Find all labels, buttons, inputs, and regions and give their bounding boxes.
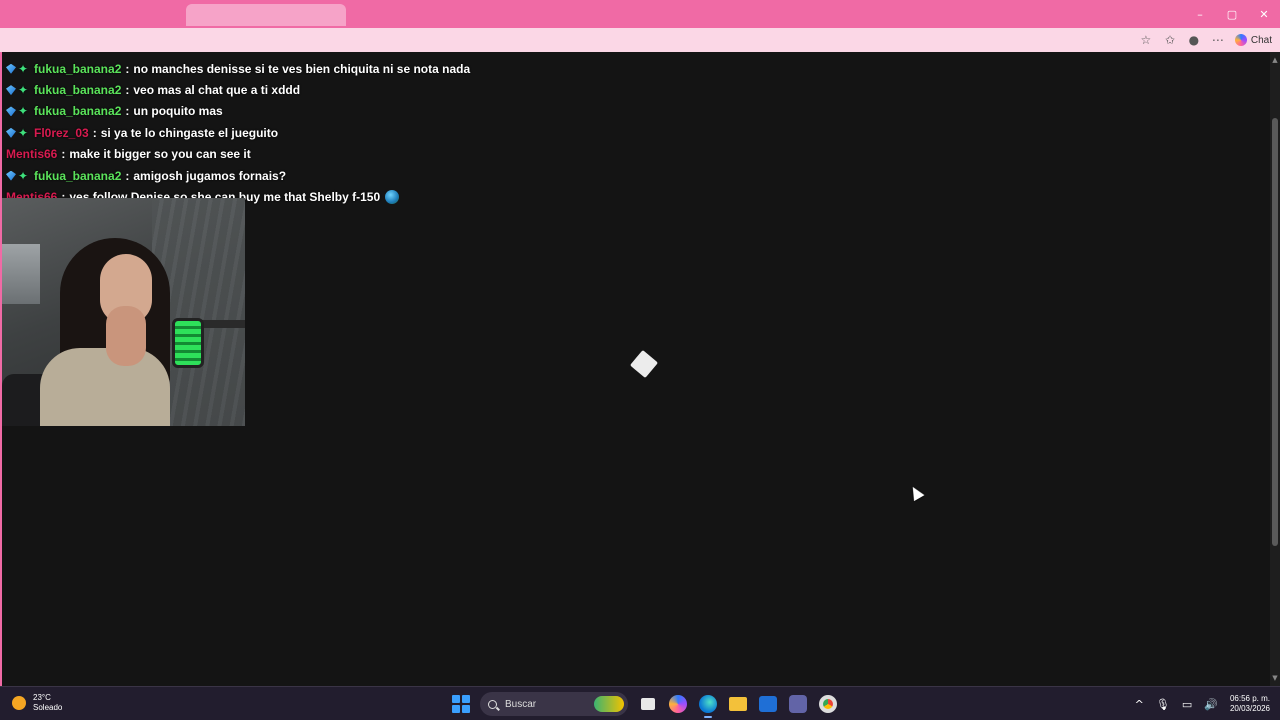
volume-icon[interactable]: 🔊 — [1204, 698, 1218, 711]
more-icon[interactable]: ⋯ — [1211, 33, 1225, 47]
chevron-up-icon[interactable]: ^ — [1135, 698, 1144, 711]
close-button[interactable]: ✕ — [1248, 0, 1280, 28]
edge-icon[interactable] — [698, 694, 718, 718]
taskbar-apps: Buscar — [452, 691, 838, 718]
search-highlight-icon — [594, 696, 624, 712]
address-bar[interactable] — [0, 28, 1280, 52]
teams-icon[interactable] — [788, 694, 808, 714]
scroll-up-icon[interactable]: ▲ — [1271, 56, 1279, 64]
star-badge-icon: ✦ — [18, 83, 29, 98]
chat-username[interactable]: fukua_banana2 — [34, 169, 121, 183]
weather-condition: Soleado — [33, 703, 63, 712]
clock[interactable]: 06:56 p. m. 20/03/2026 — [1230, 694, 1270, 714]
chat-message: ✦ fukua_banana2: no manches denisse si te … — [6, 58, 470, 79]
windows-start-icon[interactable] — [452, 695, 470, 713]
microphone — [172, 318, 204, 368]
favorites-icon[interactable]: ✩ — [1163, 33, 1177, 47]
loading-indicator — [629, 349, 659, 379]
copilot-icon[interactable] — [668, 694, 688, 714]
gem-badge-icon — [6, 63, 16, 74]
chat-username[interactable]: fukua_banana2 — [34, 104, 121, 118]
chat-message: Mentis66: make it bigger so you can see i… — [6, 144, 446, 165]
chat-separator: : — [92, 125, 97, 140]
search-placeholder: Buscar — [505, 698, 537, 710]
chat-text: si ya te lo chingaste el jueguito — [100, 125, 279, 140]
chat-separator: : — [125, 61, 130, 76]
weather-widget[interactable]: 23°C Soleado — [12, 693, 62, 713]
star-badge-icon: ✦ — [18, 61, 29, 76]
browser-title-bar: – ▢ ✕ — [0, 0, 1280, 28]
mail-icon[interactable] — [758, 694, 778, 714]
browser-tab[interactable] — [186, 4, 346, 26]
chat-message: ✦ Fl0rez_03: si ya te lo chingaste el jueg… — [6, 122, 446, 143]
chat-separator: : — [61, 147, 66, 162]
maximize-button[interactable]: ▢ — [1216, 0, 1248, 28]
weather-temp: 23°C — [33, 693, 51, 702]
gem-badge-icon — [6, 127, 16, 138]
star-badge-icon: ✦ — [18, 104, 29, 119]
chat-username[interactable]: fukua_banana2 — [34, 62, 121, 76]
browser-toolbar: ☆ ✩ ● ⋯ Chat — [1139, 28, 1272, 52]
star-badge-icon: ✦ — [18, 125, 29, 140]
chat-message: ✦ fukua_banana2: amigosh jugamos fornais? — [6, 165, 446, 186]
search-icon — [488, 699, 497, 709]
chrome-icon[interactable] — [818, 694, 838, 714]
microphone-icon[interactable]: 🎙 — [1156, 698, 1170, 711]
star-badge-icon: ✦ — [18, 168, 29, 183]
chat-separator: : — [125, 83, 130, 98]
chat-username[interactable]: Fl0rez_03 — [34, 126, 89, 140]
chat-text: un poquito mas — [133, 104, 223, 119]
chat-badges: ✦ — [6, 127, 30, 139]
sun-icon — [12, 696, 26, 710]
taskbar: 23°C Soleado Buscar ^ 🎙 ▭ 🔊 06:56 p. m. … — [0, 686, 1280, 720]
star-icon[interactable]: ☆ — [1139, 33, 1153, 47]
gem-badge-icon — [6, 170, 16, 181]
clock-time: 06:56 p. m. — [1229, 694, 1270, 703]
task-view-icon[interactable] — [638, 694, 658, 714]
chat-button[interactable]: Chat — [1234, 34, 1272, 46]
webcam-feed — [2, 198, 245, 426]
chat-separator: : — [125, 104, 130, 119]
minimize-button[interactable]: – — [1184, 0, 1216, 28]
scroll-thumb[interactable] — [1272, 118, 1278, 546]
chat-badges: ✦ — [6, 105, 30, 117]
chat-separator: : — [125, 168, 130, 183]
chat-message: ✦ fukua_banana2: un poquito mas — [6, 101, 446, 122]
chat-text: amigosh jugamos fornais? — [133, 168, 287, 183]
chat-badges: ✦ — [6, 84, 30, 96]
display-icon[interactable]: ▭ — [1182, 698, 1192, 711]
gem-badge-icon — [6, 106, 16, 117]
scroll-down-icon[interactable]: ▼ — [1271, 674, 1279, 682]
chat-badges: ✦ — [6, 170, 30, 182]
system-tray: ^ 🎙 ▭ 🔊 06:56 p. m. 20/03/2026 — [1135, 691, 1270, 717]
profile-icon[interactable]: ● — [1187, 33, 1201, 47]
chat-button-label: Chat — [1250, 34, 1272, 46]
scrollbar[interactable]: ▲ ▼ — [1270, 52, 1280, 686]
taskbar-search[interactable]: Buscar — [480, 692, 628, 716]
chat-badges: ✦ — [6, 63, 30, 75]
chat-username[interactable]: Mentis66 — [6, 147, 57, 161]
mouse-cursor — [907, 483, 925, 502]
file-explorer-icon[interactable] — [728, 694, 748, 714]
chat-text: make it bigger so you can see it — [69, 147, 251, 162]
chat-username[interactable]: fukua_banana2 — [34, 83, 121, 97]
copilot-icon — [1234, 34, 1247, 46]
clock-date: 20/03/2026 — [1229, 704, 1270, 713]
globe-emote — [385, 190, 400, 205]
chat-message: ✦ fukua_banana2: veo mas al chat que a ti … — [6, 79, 446, 100]
window-controls: – ▢ ✕ — [1184, 0, 1280, 28]
chat-text: no manches denisse si te ves bien chiqui… — [133, 61, 471, 76]
page-content: ✦ fukua_banana2: no manches denisse si te … — [0, 52, 1270, 686]
gem-badge-icon — [6, 85, 16, 96]
chat-text: veo mas al chat que a ti xddd — [133, 83, 301, 98]
